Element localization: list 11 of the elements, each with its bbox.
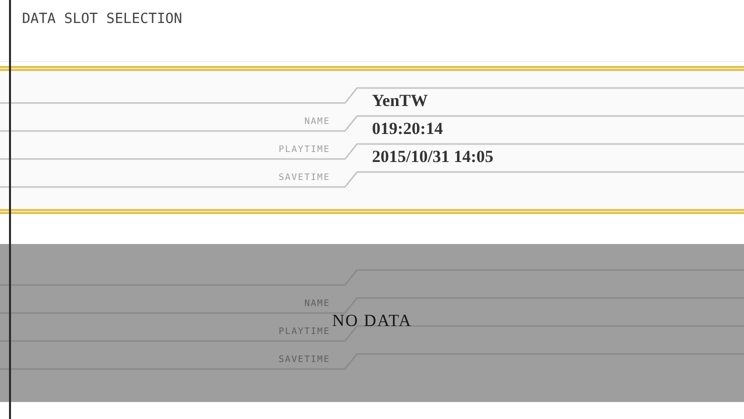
empty-slot-message: NO DATA	[332, 311, 412, 330]
field-label: PLAYTIME	[278, 145, 330, 155]
field-value: 2015/10/31 14:05	[372, 147, 494, 167]
field-label: SAVETIME	[278, 173, 330, 183]
field-label: PLAYTIME	[278, 327, 330, 337]
field-value: 019:20:14	[372, 119, 443, 139]
field-label: NAME	[304, 117, 330, 127]
field-label: SAVETIME	[278, 355, 330, 365]
screen-title: DATA SLOT SELECTION	[22, 11, 182, 27]
field-label: NAME	[304, 299, 330, 309]
field-value: YenTW	[372, 91, 428, 111]
